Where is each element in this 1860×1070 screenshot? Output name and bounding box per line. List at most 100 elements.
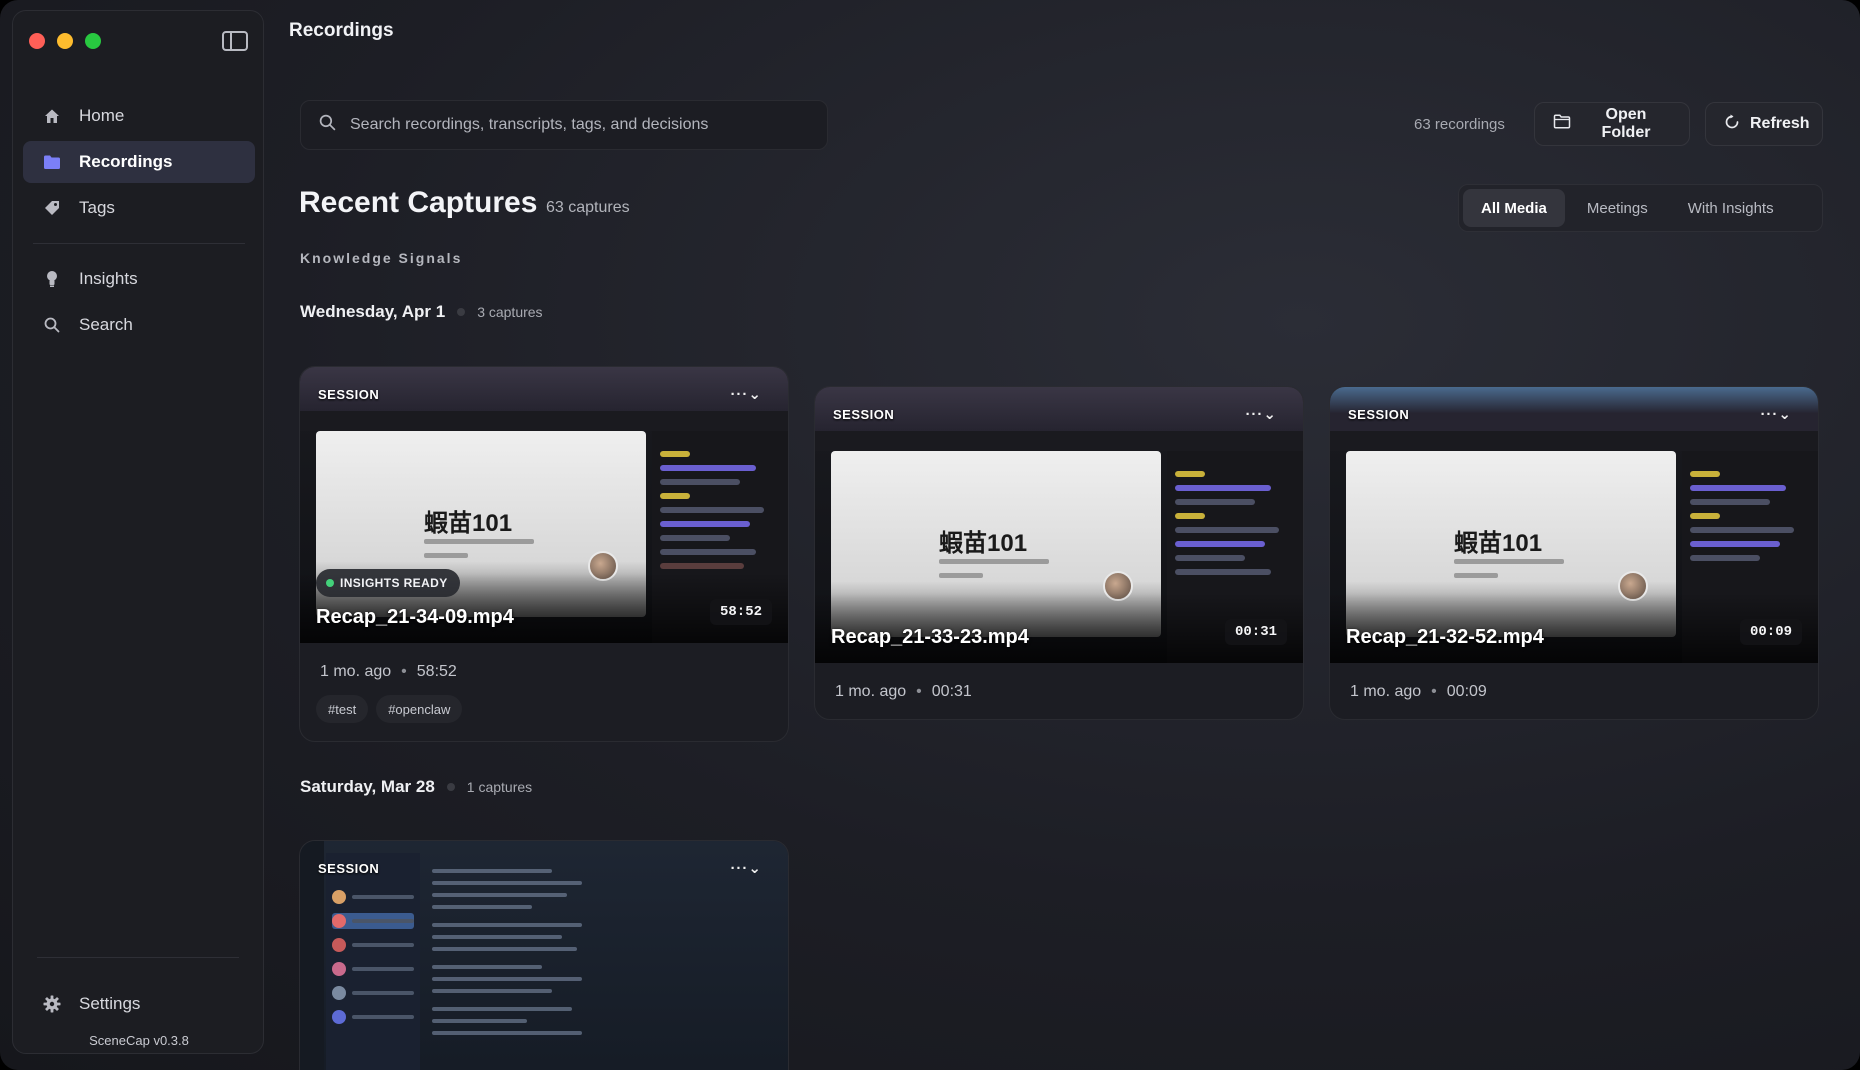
thumb-message-line — [432, 1007, 572, 1011]
status-dot-icon — [326, 579, 334, 587]
thumb-list-item — [332, 961, 414, 977]
meta-separator: • — [916, 683, 922, 700]
thumb-list-item — [332, 985, 414, 1001]
chat-row — [1690, 499, 1770, 505]
thumb-message-line — [432, 935, 562, 939]
sidebar-item-home[interactable]: Home — [23, 95, 255, 137]
slide-line — [1454, 573, 1498, 578]
recording-card[interactable]: 蝦苗101 SESSION ···⌄ INSIGHTS READY Recap_… — [299, 366, 789, 742]
recording-thumbnail[interactable]: 蝦苗101 SESSION ···⌄ Recap_21-33-23.mp4 00… — [815, 387, 1303, 663]
chat-row — [1690, 541, 1780, 547]
group-count: 3 captures — [477, 304, 543, 320]
chat-row — [1175, 471, 1205, 477]
duration-badge: 00:31 — [1224, 619, 1287, 645]
sidebar-toggle-icon[interactable] — [222, 31, 248, 51]
chat-row — [660, 479, 740, 485]
section-title: Recent Captures — [299, 186, 538, 219]
slide-title: 蝦苗101 — [1454, 530, 1543, 557]
folder-icon — [43, 153, 61, 171]
sidebar-item-label: Home — [79, 106, 125, 125]
chat-row — [1690, 555, 1760, 561]
more-options-icon[interactable]: ···⌄ — [730, 859, 762, 877]
thumb-list-item — [332, 889, 414, 905]
recording-card[interactable]: 蝦苗101 SESSION ···⌄ Recap_21-33-23.mp4 00… — [814, 386, 1304, 720]
app-window: Home Recordings Tags Insights Search Set… — [0, 0, 1860, 1070]
sidebar-item-insights[interactable]: Insights — [23, 258, 255, 300]
more-options-icon[interactable]: ···⌄ — [1245, 405, 1277, 423]
recording-thumbnail[interactable]: SESSION ···⌄ — [300, 841, 788, 1070]
chat-row — [1690, 485, 1786, 491]
slide-line — [939, 573, 983, 578]
sidebar-item-label: Tags — [79, 198, 115, 217]
open-folder-button[interactable]: Open Folder — [1534, 102, 1690, 146]
knowledge-signals-label: Knowledge Signals — [300, 250, 463, 266]
zoom-window-button[interactable] — [85, 33, 101, 49]
recording-card[interactable]: SESSION ···⌄ — [299, 840, 789, 1070]
chat-row — [1175, 513, 1205, 519]
main-content: Recordings 63 recordings Open Folder Ref… — [264, 0, 1860, 1070]
chat-row — [1175, 541, 1265, 547]
recording-thumbnail[interactable]: 蝦苗101 SESSION ···⌄ INSIGHTS READY Recap_… — [300, 367, 788, 643]
chat-row — [1175, 485, 1271, 491]
thumb-message-line — [432, 869, 552, 873]
recording-card[interactable]: 蝦苗101 SESSION ···⌄ Recap_21-32-52.mp4 00… — [1329, 386, 1819, 720]
thumb-list-item — [332, 1009, 414, 1025]
slide-line — [424, 553, 468, 558]
recording-filename: Recap_21-34-09.mp4 — [316, 606, 514, 628]
gear-icon — [43, 995, 61, 1013]
chat-row — [1175, 499, 1255, 505]
refresh-button[interactable]: Refresh — [1705, 102, 1823, 146]
search-input[interactable] — [350, 116, 810, 134]
close-window-button[interactable] — [29, 33, 45, 49]
filter-meetings[interactable]: Meetings — [1569, 189, 1666, 227]
recordings-count: 63 recordings — [1414, 116, 1505, 133]
page-title: Recordings — [289, 20, 394, 41]
more-options-icon[interactable]: ···⌄ — [730, 385, 762, 403]
meta-separator: • — [401, 663, 407, 680]
thumb-message-line — [432, 893, 567, 897]
sidebar-item-recordings[interactable]: Recordings — [23, 141, 255, 183]
group-count: 1 captures — [466, 779, 533, 795]
chat-row — [1175, 569, 1271, 575]
sidebar: Home Recordings Tags Insights Search Set… — [12, 10, 264, 1054]
minimize-window-button[interactable] — [57, 33, 73, 49]
thumb-message-line — [432, 977, 582, 981]
refresh-label: Refresh — [1750, 115, 1810, 132]
thumb-message-line — [432, 1019, 527, 1023]
insights-ready-label: INSIGHTS READY — [340, 576, 448, 590]
search-bar[interactable] — [300, 100, 828, 150]
refresh-icon — [1724, 114, 1740, 135]
lightbulb-icon — [43, 270, 61, 288]
sidebar-item-tags[interactable]: Tags — [23, 187, 255, 229]
recording-thumbnail[interactable]: 蝦苗101 SESSION ···⌄ Recap_21-32-52.mp4 00… — [1330, 387, 1818, 663]
filter-with-insights[interactable]: With Insights — [1670, 189, 1792, 227]
thumb-message-line — [432, 905, 532, 909]
insights-ready-badge: INSIGHTS READY — [316, 569, 460, 597]
recording-duration: 00:31 — [931, 683, 972, 700]
recording-meta: 1 mo. ago • 00:31 — [815, 663, 1303, 719]
recording-age: 1 mo. ago — [1350, 683, 1422, 700]
thumb-message-area — [424, 853, 588, 1070]
date-group-header: Wednesday, Apr 1 3 captures — [300, 302, 543, 322]
chat-row — [1690, 513, 1720, 519]
home-icon — [43, 107, 61, 125]
date-group-header: Saturday, Mar 28 1 captures — [300, 777, 532, 797]
settings-label: Settings — [79, 994, 141, 1013]
filter-all-media[interactable]: All Media — [1463, 189, 1565, 227]
more-options-icon[interactable]: ···⌄ — [1760, 405, 1792, 423]
media-filter: All Media Meetings With Insights — [1458, 184, 1823, 232]
window-controls — [29, 33, 101, 49]
tag-chip[interactable]: #test — [316, 695, 369, 723]
slide-line — [1454, 559, 1564, 564]
slide-line — [424, 539, 534, 544]
chat-row — [660, 549, 756, 555]
group-date: Wednesday, Apr 1 — [300, 302, 446, 321]
sidebar-item-search[interactable]: Search — [23, 304, 255, 346]
tag-chip[interactable]: #openclaw — [376, 695, 463, 723]
thumb-toolbar — [815, 431, 1303, 451]
sidebar-divider — [33, 243, 245, 244]
recording-filename: Recap_21-33-23.mp4 — [831, 626, 1029, 648]
sidebar-item-settings[interactable]: Settings — [23, 983, 255, 1025]
recording-duration: 58:52 — [416, 663, 457, 680]
duration-badge: 58:52 — [709, 599, 772, 625]
